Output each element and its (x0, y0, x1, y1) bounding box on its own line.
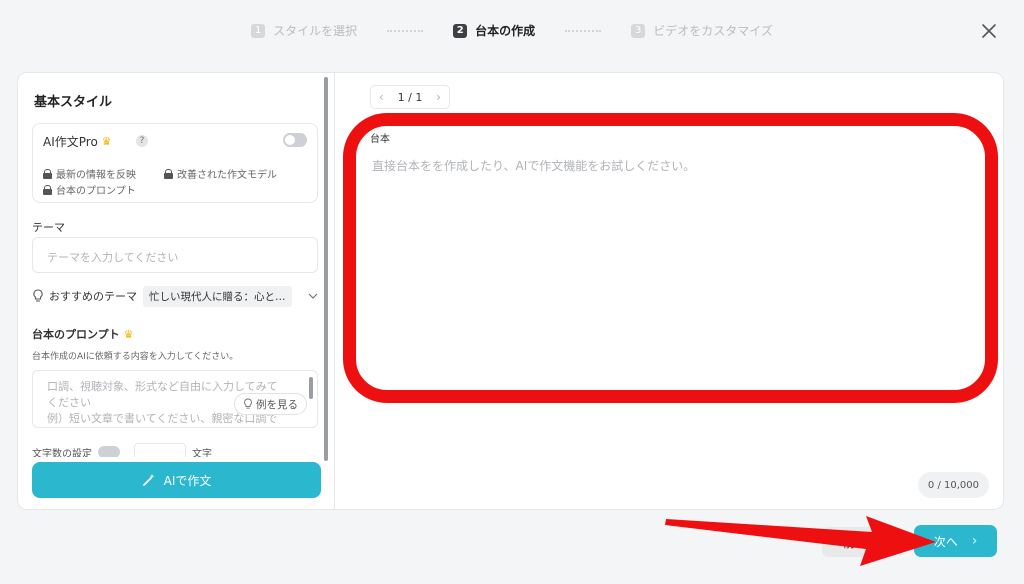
step-select-style[interactable]: 1 スタイルを選択 (251, 22, 357, 39)
theme-label: テーマ (32, 221, 65, 234)
step-separator (387, 29, 424, 32)
help-icon[interactable]: ? (136, 135, 148, 147)
see-example-button[interactable]: 例を見る (234, 393, 307, 415)
step-number: 3 (631, 23, 646, 38)
left-scrollbar[interactable] (324, 77, 328, 461)
step-separator (565, 29, 602, 32)
ai-pro-card: AI作文Pro ♛ ? 最新の情報を反映 改善された作文モデル 台本のプロンプト (32, 123, 318, 203)
feature-latest-info: 最新の情報を反映 (43, 166, 136, 181)
see-example-label: 例を見る (256, 398, 298, 411)
feature-script-prompt: 台本のプロンプト (43, 182, 136, 197)
char-count-unit: 文字 (192, 448, 212, 458)
crown-icon: ♛ (123, 327, 134, 341)
feature-label: 改善された作文モデル (177, 170, 277, 181)
step-label: 台本の作成 (475, 24, 536, 38)
script-prompt-label: 台本のプロンプト (32, 328, 120, 341)
content-panel: 基本スタイル AI作文Pro ♛ ? 最新の情報を反映 改善された作文モデル 台… (17, 72, 1004, 510)
crown-icon: ♛ (101, 135, 112, 148)
script-prompt-title: 台本のプロンプト ♛ (32, 326, 134, 342)
step-number: 1 (251, 23, 266, 38)
chevron-right-icon: › (971, 533, 978, 549)
lightbulb-icon (33, 289, 43, 302)
feature-label: 台本のプロンプト (56, 186, 136, 197)
recommended-theme-chip[interactable]: 忙しい現代人に贈る：心と… (143, 285, 292, 307)
next-label: 次へ (933, 534, 958, 549)
char-count-label: 文字数の設定 (32, 448, 92, 458)
lightbulb-icon (244, 398, 252, 409)
step-label: スタイルを選択 (273, 24, 358, 38)
ai-pro-title: AI作文Pro ♛ (43, 133, 112, 150)
ai-pro-toggle[interactable] (283, 133, 307, 147)
recommended-theme-row[interactable]: おすすめのテーマ 忙しい現代人に贈る：心と… (32, 285, 322, 307)
step-create-script[interactable]: 2 台本の作成 (453, 22, 535, 39)
ai-write-button[interactable]: AIで作文 (32, 462, 321, 498)
char-count-toggle[interactable] (98, 446, 120, 457)
ai-pro-label: AI作文Pro (43, 135, 98, 149)
feature-improved-model: 改善された作文モデル (164, 166, 277, 181)
prompt-scrollbar[interactable] (309, 377, 313, 399)
ai-write-label: AIで作文 (163, 473, 212, 488)
char-count-setting-row: 文字数の設定 文字 (32, 437, 322, 457)
script-pager: ‹ 1 / 1 › (370, 85, 450, 109)
stepper: 1 スタイルを選択 2 台本の作成 3 ビデオをカスタマイズ (0, 22, 1024, 39)
prev-label: 前へ (842, 535, 867, 550)
step-customize-video[interactable]: 3 ビデオをカスタマイズ (631, 22, 773, 39)
basic-style-column: 基本スタイル AI作文Pro ♛ ? 最新の情報を反映 改善された作文モデル 台… (18, 73, 334, 509)
chevron-left-icon[interactable]: ‹ (379, 90, 384, 104)
lock-icon (43, 168, 52, 179)
theme-input[interactable]: テーマを入力してください (32, 237, 318, 273)
char-counter: 0 / 10,000 (917, 472, 989, 498)
step-number: 2 (453, 23, 468, 38)
script-prompt-description: 台本作成のAIに依頼する内容を入力してください。 (32, 352, 239, 362)
page-indicator: 1 / 1 (397, 90, 423, 104)
feature-label: 最新の情報を反映 (56, 170, 136, 181)
chevron-right-icon[interactable]: › (436, 90, 441, 104)
column-divider (334, 73, 335, 509)
close-icon[interactable] (980, 22, 998, 40)
script-creation-dialog: 1 スタイルを選択 2 台本の作成 3 ビデオをカスタマイズ 基本スタイル AI… (0, 0, 1024, 584)
script-prompt-input[interactable]: 口調、視聴対象、形式など自由に入力してみて ください 例）短い文章で書いてくださ… (32, 370, 318, 428)
prev-button[interactable]: 前へ (822, 527, 888, 557)
next-button[interactable]: 次へ › (914, 525, 997, 557)
recommended-theme-label: おすすめのテーマ (49, 290, 137, 303)
chevron-down-icon[interactable] (308, 291, 318, 301)
lock-icon (43, 184, 52, 195)
lock-icon (164, 168, 173, 179)
basic-style-title: 基本スタイル (34, 95, 113, 110)
magic-wand-icon (142, 474, 154, 486)
annotation-highlight-box (343, 113, 998, 403)
step-label: ビデオをカスタマイズ (653, 24, 773, 38)
char-count-input[interactable] (134, 443, 186, 457)
